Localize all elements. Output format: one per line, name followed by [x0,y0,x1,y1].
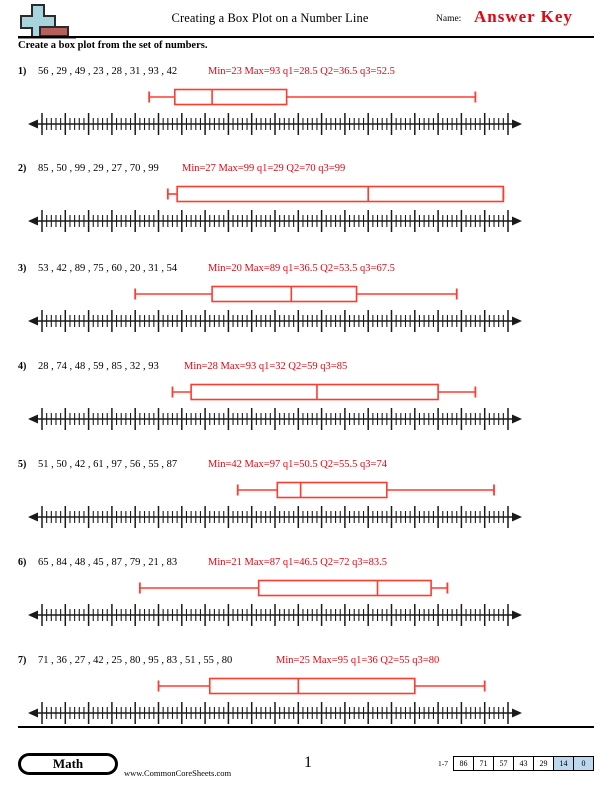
score-box: 29 [533,756,553,771]
number-line-axis [28,506,522,528]
score-box: 43 [513,756,533,771]
problem-answer-stats: Min=27 Max=99 q1=29 Q2=70 q3=99 [182,163,346,174]
problem-number-set: 28 , 74 , 48 , 59 , 85 , 32 , 93 [38,361,159,372]
number-line-axis [28,210,522,232]
instructions-text: Create a box plot from the set of number… [18,40,208,51]
answer-key-stamp: Answer Key [474,7,573,26]
box-plot-glyph [236,481,495,499]
box-plot-glyph [134,285,458,303]
box-plot-number-line[interactable] [0,80,612,138]
score-box: 86 [453,756,473,771]
problem-1: 1) 56 , 29 , 49 , 23 , 28 , 31 , 93 , 42 M… [0,66,612,162]
problem-number: 2) [18,163,27,174]
problem-number-set: 85 , 50 , 99 , 29 , 27 , 70 , 99 [38,163,159,174]
page-footer: Math www.CommonCoreSheets.com 1 1-7 86 71… [0,726,612,792]
problem-4: 4) 28 , 74 , 48 , 59 , 85 , 32 , 93 Min=28… [0,361,612,457]
problem-number: 4) [18,361,27,372]
box-plot-number-line[interactable] [0,277,612,335]
problem-answer-stats: Min=20 Max=89 q1=36.5 Q2=53.5 q3=67.5 [208,263,395,274]
problem-number-set: 65 , 84 , 48 , 45 , 87 , 79 , 21 , 83 [38,557,178,568]
box-plot-number-line[interactable] [0,473,612,531]
score-box: 0 [573,756,594,771]
problem-number: 7) [18,655,27,666]
score-box-group: 86 71 57 43 29 14 0 [453,756,594,771]
subject-badge-label: Math [21,756,115,772]
problem-number: 5) [18,459,27,470]
problem-number-set: 51 , 50 , 42 , 61 , 97 , 56 , 55 , 87 [38,459,178,470]
problem-number: 6) [18,557,27,568]
page-title: Creating a Box Plot on a Number Line [171,11,369,25]
number-line-axis [28,604,522,626]
name-label: Name: [436,14,462,24]
box-plot-glyph [157,677,486,695]
score-box: 71 [473,756,493,771]
box-plot-glyph [148,88,477,106]
box-plot-number-line[interactable] [0,571,612,629]
problem-answer-stats: Min=23 Max=93 q1=28.5 Q2=36.5 q3=52.5 [208,66,395,77]
score-range-label: 1-7 [438,759,448,768]
number-line-axis [28,702,522,724]
box-plot-glyph [138,579,449,597]
problem-answer-stats: Min=25 Max=95 q1=36 Q2=55 q3=80 [276,655,440,666]
problem-answer-stats: Min=21 Max=87 q1=46.5 Q2=72 q3=83.5 [208,557,387,568]
box-plot-glyph [171,383,477,401]
score-box: 57 [493,756,513,771]
problem-2: 2) 85 , 50 , 99 , 29 , 27 , 70 , 99 Min=27… [0,163,612,259]
site-url-text: www.CommonCoreSheets.com [124,768,232,778]
problem-number-set: 56 , 29 , 49 , 23 , 28 , 31 , 93 , 42 [38,66,178,77]
box-plot-glyph [166,185,505,203]
box-plot-number-line[interactable] [0,177,612,235]
footer-divider [18,726,594,728]
number-line-axis [28,408,522,430]
plus-book-logo-icon [18,3,80,39]
header-divider [18,36,594,38]
problem-number: 1) [18,66,27,77]
subject-badge: Math [18,753,118,775]
problem-answer-stats: Min=42 Max=97 q1=50.5 Q2=55.5 q3=74 [208,459,387,470]
number-line-axis [28,310,522,332]
problem-5: 5) 51 , 50 , 42 , 61 , 97 , 56 , 55 , 87 M… [0,459,612,555]
page-number: 1 [304,754,312,771]
problem-answer-stats: Min=28 Max=93 q1=32 Q2=59 q3=85 [184,361,348,372]
page-header: Creating a Box Plot on a Number Line Nam… [0,0,612,51]
score-key: 1-7 86 71 57 43 29 14 0 [438,756,594,771]
problem-number: 3) [18,263,27,274]
box-plot-number-line[interactable] [0,375,612,433]
score-box: 14 [553,756,573,771]
problem-6: 6) 65 , 84 , 48 , 45 , 87 , 79 , 21 , 83 M… [0,557,612,653]
number-line-axis [28,113,522,135]
problem-number-set: 53 , 42 , 89 , 75 , 60 , 20 , 31 , 54 [38,263,178,274]
box-plot-number-line[interactable] [0,669,612,727]
problem-3: 3) 53 , 42 , 89 , 75 , 60 , 20 , 31 , 54 M… [0,263,612,359]
problem-number-set: 71 , 36 , 27 , 42 , 25 , 80 , 95 , 83 , … [38,655,233,666]
